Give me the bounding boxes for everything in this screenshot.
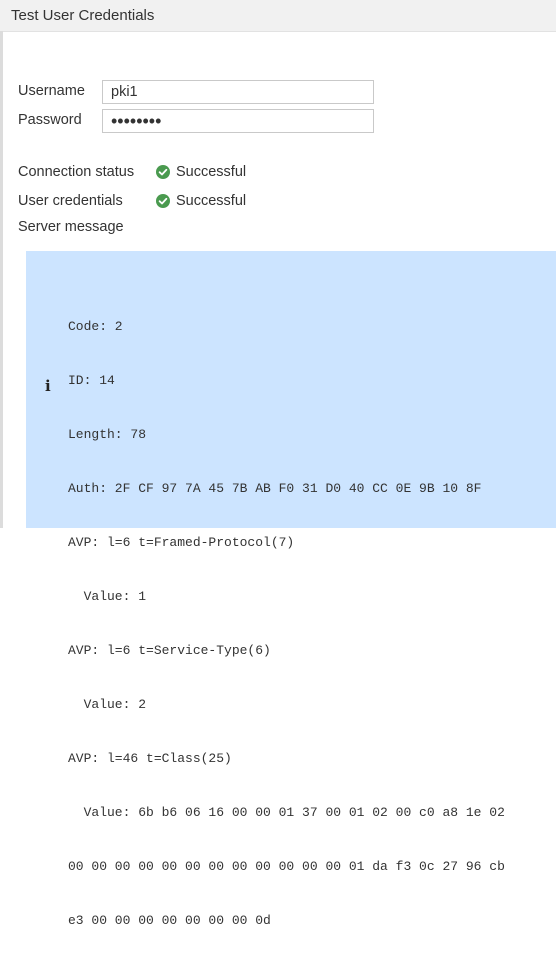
password-field[interactable]: ••••••••	[102, 109, 374, 133]
message-line: Value: 6b b6 06 16 00 00 01 37 00 01 02 …	[68, 805, 505, 820]
server-message-label: Server message	[18, 219, 124, 235]
message-line: e3 00 00 00 00 00 00 00 0d	[68, 913, 271, 928]
server-message-text: Code: 2 ID: 14 Length: 78 Auth: 2F CF 97…	[68, 282, 505, 966]
connection-status-value: Successful	[176, 164, 247, 180]
dialog-title: Test User Credentials	[11, 7, 155, 24]
message-line: Code: 2	[68, 319, 123, 334]
message-line: AVP: l=6 t=Service-Type(6)	[68, 643, 271, 658]
message-line: 00 00 00 00 00 00 00 00 00 00 00 00 01 d…	[68, 859, 505, 874]
message-line: Length: 78	[68, 427, 147, 442]
info-icon: i	[45, 377, 51, 395]
user-credentials-value: Successful	[176, 193, 247, 209]
message-line: AVP: l=46 t=Class(25)	[68, 751, 232, 766]
password-label: Password	[18, 112, 82, 128]
user-credentials-label: User credentials	[18, 193, 123, 209]
message-line: ID: 14	[68, 373, 115, 388]
username-field[interactable]: pki1	[102, 80, 374, 104]
message-line: Auth: 2F CF 97 7A 45 7B AB F0 31 D0 40 C…	[68, 481, 482, 496]
message-line: Value: 2	[68, 697, 147, 712]
check-circle-icon	[156, 165, 170, 179]
username-label: Username	[18, 83, 85, 99]
user-credentials-status: Successful	[156, 193, 246, 209]
message-line: Value: 1	[68, 589, 147, 604]
dialog-titlebar: Test User Credentials	[0, 0, 556, 32]
dialog-left-border	[0, 31, 3, 528]
server-message-box: i Code: 2 ID: 14 Length: 78 Auth: 2F CF …	[26, 251, 556, 928]
connection-status: Successful	[156, 164, 246, 180]
check-circle-icon	[156, 194, 170, 208]
message-line: AVP: l=6 t=Framed-Protocol(7)	[68, 535, 295, 550]
connection-status-label: Connection status	[18, 164, 135, 180]
